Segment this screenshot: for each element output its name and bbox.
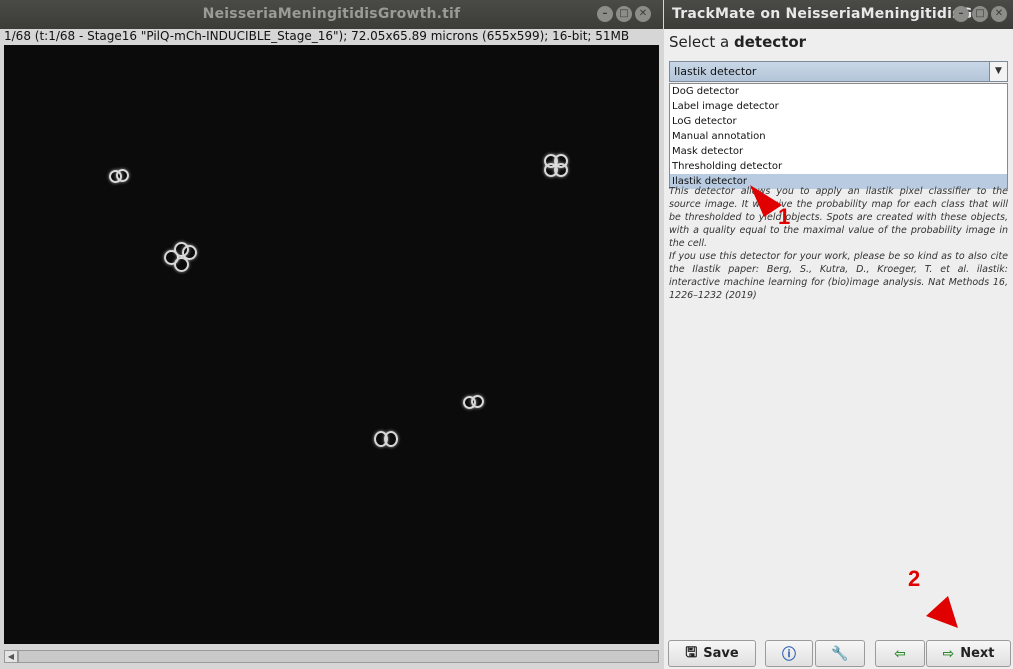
citation-paragraph: If you use this detector for your work, … (669, 251, 1008, 301)
cell-blob (174, 257, 189, 272)
option-log[interactable]: LoG detector (670, 114, 1007, 129)
cell-blob (384, 431, 398, 447)
option-mask[interactable]: Mask detector (670, 144, 1007, 159)
annotation-arrow-2 (926, 596, 958, 628)
arrow-left-icon: ⇦ (894, 645, 906, 662)
cell-blob (554, 163, 568, 177)
annotation-number-2: 2 (908, 566, 921, 591)
panel-heading: Select a detector (669, 33, 806, 51)
option-thresholding[interactable]: Thresholding detector (670, 159, 1007, 174)
close-icon[interactable]: ✕ (991, 6, 1007, 22)
save-icon: 🖫 (685, 644, 698, 661)
time-scrollbar[interactable] (18, 650, 659, 663)
image-window-controls: – □ ✕ (597, 6, 651, 22)
annotation-number-1: 1 (778, 204, 791, 229)
detector-select-value: Ilastik detector (674, 65, 757, 78)
option-dog[interactable]: DoG detector (670, 84, 1007, 99)
minimize-icon[interactable]: – (953, 6, 969, 22)
cell-blob (116, 169, 129, 182)
info-icon: ⓘ (782, 646, 796, 663)
maximize-icon[interactable]: □ (616, 6, 632, 22)
description-paragraph: This detector allows you to apply an ila… (669, 186, 1008, 249)
option-label-image[interactable]: Label image detector (670, 99, 1007, 114)
next-button[interactable]: ⇨ Next (926, 640, 1011, 667)
save-button[interactable]: 🖫 Save (668, 640, 756, 667)
image-canvas[interactable] (4, 45, 659, 644)
arrow-right-icon: ⇨ (942, 645, 955, 662)
cell-blob (471, 395, 484, 408)
detector-description: This detector allows you to apply an ila… (669, 185, 1008, 302)
close-icon[interactable]: ✕ (635, 6, 651, 22)
option-manual[interactable]: Manual annotation (670, 129, 1007, 144)
minimize-icon[interactable]: – (597, 6, 613, 22)
maximize-icon[interactable]: □ (972, 6, 988, 22)
image-window-titlebar[interactable]: NeisseriaMeningitidisGrowth.tif – □ ✕ (0, 0, 663, 29)
wrench-icon: 🔧 (831, 645, 849, 662)
detector-dropdown-list[interactable]: DoG detector Label image detector LoG de… (669, 83, 1008, 189)
save-label: Save (703, 646, 739, 661)
heading-bold: detector (734, 33, 807, 51)
trackmate-titlebar[interactable]: TrackMate on NeisseriaMeningitidisG... –… (664, 0, 1013, 29)
trackmate-window: TrackMate on NeisseriaMeningitidisG... –… (664, 0, 1013, 669)
trackmate-window-controls: – □ ✕ (953, 6, 1007, 22)
settings-button[interactable]: 🔧 (815, 640, 865, 667)
previous-button[interactable]: ⇦ (875, 640, 925, 667)
detector-select[interactable]: Ilastik detector ▼ (669, 61, 1008, 82)
chevron-down-icon[interactable]: ▼ (989, 62, 1007, 81)
heading-prefix: Select a (669, 33, 730, 51)
scroll-left-button[interactable]: ◀ (4, 650, 18, 663)
image-info: 1/68 (t:1/68 - Stage16 "PilQ-mCh-INDUCIB… (4, 29, 630, 43)
info-button[interactable]: ⓘ (765, 640, 813, 667)
image-window-title: NeisseriaMeningitidisGrowth.tif (202, 6, 461, 22)
image-window: NeisseriaMeningitidisGrowth.tif – □ ✕ 1/… (0, 0, 663, 669)
next-label: Next (960, 646, 995, 661)
